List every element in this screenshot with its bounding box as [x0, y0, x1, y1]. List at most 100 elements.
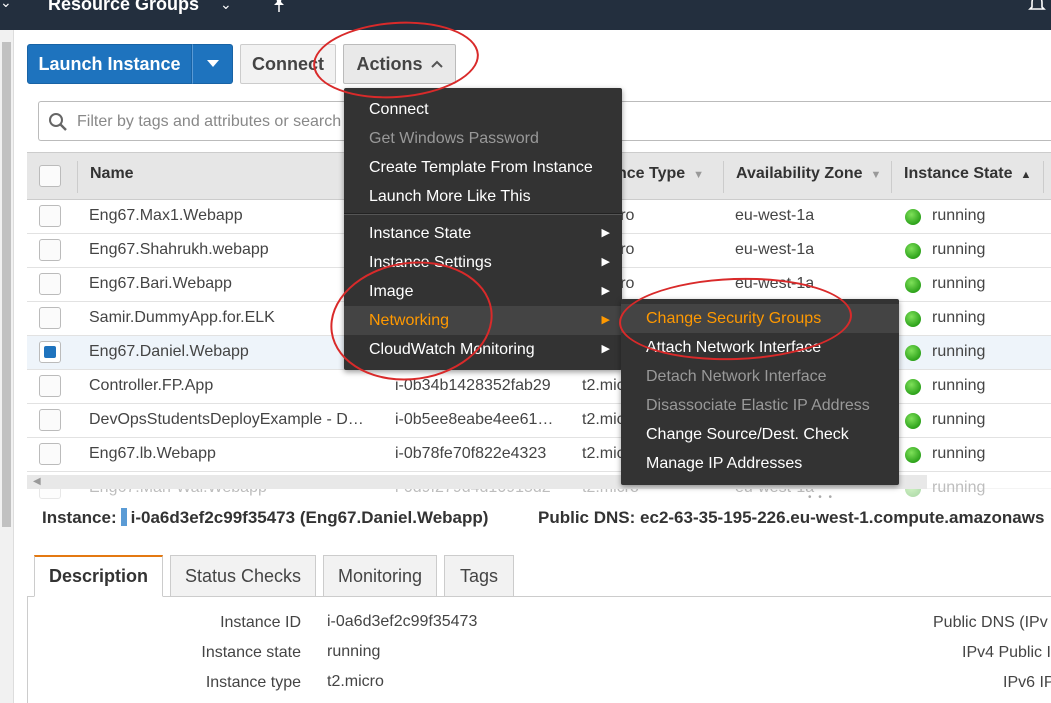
menu-item-create-template[interactable]: Create Template From Instance — [344, 153, 622, 182]
sort-down-icon: ▼ — [693, 169, 705, 181]
menu-divider — [344, 213, 622, 215]
instance-state-cell: running — [932, 241, 986, 258]
menu-item-cloudwatch-monitoring[interactable]: CloudWatch Monitoring ▶ — [344, 335, 622, 364]
availability-zone-cell: eu-west-1a — [735, 241, 815, 258]
pin-icon[interactable] — [272, 0, 286, 14]
instance-state-label: Instance state — [201, 644, 301, 661]
menu-item-label: Networking — [369, 312, 450, 329]
row-checkbox[interactable] — [39, 273, 61, 295]
menu-item-get-windows-password: Get Windows Password — [369, 130, 539, 147]
running-status-icon — [905, 277, 921, 293]
instance-state-cell: running — [932, 479, 986, 496]
availability-zone-label: Availability Zone — [736, 165, 863, 182]
instance-state-cell: running — [932, 275, 986, 292]
tab-monitoring[interactable]: Monitoring — [323, 555, 437, 597]
submenu-item-attach-network-interface[interactable]: Attach Network Interface — [621, 333, 899, 362]
services-chevron-icon[interactable]: ⌄ — [0, 0, 12, 11]
instance-type-cell: t2.mic — [582, 445, 625, 462]
scrollbar-thumb[interactable] — [2, 42, 11, 527]
row-checkbox[interactable] — [39, 409, 61, 431]
actions-dropdown-menu: Connect Get Windows Password Create Temp… — [344, 88, 622, 370]
column-header-instance-type[interactable]: nce Type ▼ — [617, 165, 704, 183]
running-status-icon — [905, 447, 921, 463]
launch-instance-dropdown-button[interactable] — [192, 44, 233, 84]
instance-marker — [120, 508, 127, 526]
vertical-scrollbar[interactable] — [0, 30, 14, 703]
menu-item-image[interactable]: Image ▶ — [344, 277, 622, 306]
instance-state-cell: running — [932, 207, 986, 224]
menu-item-networking[interactable]: Networking ▶ — [344, 306, 622, 335]
column-divider — [723, 161, 724, 193]
row-checkbox[interactable] — [39, 375, 61, 397]
submenu-arrow-icon: ▶ — [601, 343, 610, 355]
submenu-item-change-security-groups[interactable]: Change Security Groups — [621, 304, 899, 333]
scroll-left-icon[interactable]: ◀ — [33, 476, 41, 487]
instance-id-cell: i-0b34b1428352fab29 — [395, 377, 551, 394]
column-header-name[interactable]: Name — [90, 165, 134, 183]
resource-groups-menu[interactable]: Resource Groups — [48, 0, 199, 15]
tab-description[interactable]: Description — [34, 555, 163, 597]
running-status-icon — [905, 379, 921, 395]
instance-name-cell: Controller.FP.App — [89, 377, 214, 394]
selected-instance-line: Instance: i-0a6d3ef2c99f35473 (Eng67.Dani… — [42, 508, 488, 528]
instance-state-cell: running — [932, 377, 986, 394]
submenu-item-disassociate-elastic-ip: Disassociate Elastic IP Address — [646, 397, 870, 414]
public-dns-value: ec2-63-35-195-226.eu-west-1.compute.amaz… — [640, 508, 1045, 527]
instance-state-label: Instance State — [904, 165, 1013, 182]
instance-type-cell: t2.mic — [582, 377, 625, 394]
row-checkbox[interactable] — [39, 341, 61, 363]
instance-value: i-0a6d3ef2c99f35473 (Eng67.Daniel.Webapp… — [130, 508, 489, 527]
row-checkbox[interactable] — [39, 205, 61, 227]
actions-button[interactable]: Actions — [343, 44, 456, 84]
running-status-icon — [905, 209, 921, 225]
caret-down-icon — [206, 60, 219, 67]
menu-item-label: Instance State — [369, 225, 472, 242]
column-header-availability-zone[interactable]: Availability Zone ▼ — [736, 165, 881, 183]
menu-item-label: Image — [369, 283, 414, 300]
submenu-item-change-source-dest-check[interactable]: Change Source/Dest. Check — [621, 420, 899, 449]
submenu-arrow-icon: ▶ — [601, 285, 610, 297]
menu-item-label: CloudWatch Monitoring — [369, 341, 535, 358]
column-divider — [891, 161, 892, 193]
select-all-checkbox[interactable] — [39, 165, 61, 187]
bell-icon[interactable] — [1027, 0, 1047, 14]
tab-tags[interactable]: Tags — [444, 555, 514, 597]
column-header-instance-state[interactable]: Instance State ▲ — [904, 165, 1031, 183]
instance-name-cell: DevOpsStudentsDeployExample - D… — [89, 411, 364, 428]
instance-type-label: Instance type — [205, 674, 301, 691]
menu-item-instance-state[interactable]: Instance State ▶ — [344, 219, 622, 248]
tab-status-checks[interactable]: Status Checks — [170, 555, 316, 597]
panel-border — [27, 597, 28, 703]
row-checkbox[interactable] — [39, 239, 61, 261]
menu-item-instance-settings[interactable]: Instance Settings ▶ — [344, 248, 622, 277]
resize-handle-icon[interactable]: • • • — [808, 492, 834, 503]
instance-name-cell: Eng67.Max1.Webapp — [89, 207, 243, 224]
running-status-icon — [905, 311, 921, 327]
instance-type-cell: t2.mic — [582, 411, 625, 428]
launch-instance-button[interactable]: Launch Instance — [27, 44, 192, 84]
availability-zone-cell: eu-west-1a — [735, 275, 815, 292]
menu-item-launch-more-like-this[interactable]: Launch More Like This — [344, 182, 622, 211]
column-divider — [77, 161, 78, 193]
public-dns-line: Public DNS: ec2-63-35-195-226.eu-west-1.… — [538, 508, 1044, 528]
submenu-item-detach-network-interface: Detach Network Interface — [646, 368, 827, 385]
search-icon — [49, 113, 67, 131]
instance-name-cell: Eng67.Daniel.Webapp — [89, 343, 249, 360]
top-nav-bar: ⌄ Resource Groups ⌄ — [0, 0, 1051, 30]
instance-type-value: t2.micro — [327, 673, 384, 690]
instance-state-cell: running — [932, 343, 986, 360]
submenu-item-manage-ip-addresses[interactable]: Manage IP Addresses — [621, 449, 899, 478]
row-checkbox[interactable] — [39, 443, 61, 465]
public-dns-ipv4-label: Public DNS (IPv — [933, 614, 1048, 631]
instance-id-label: Instance ID — [220, 614, 301, 631]
submenu-arrow-icon: ▶ — [601, 227, 610, 239]
connect-button[interactable]: Connect — [240, 44, 336, 84]
running-status-icon — [905, 413, 921, 429]
chevron-down-icon[interactable]: ⌄ — [220, 0, 232, 13]
row-checkbox[interactable] — [39, 307, 61, 329]
networking-submenu: Change Security Groups Attach Network In… — [621, 299, 899, 485]
instance-type-label: nce Type — [617, 165, 686, 182]
submenu-arrow-icon: ▶ — [601, 314, 610, 326]
menu-item-connect[interactable]: Connect — [344, 95, 622, 124]
ipv4-public-ip-label: IPv4 Public I — [962, 644, 1051, 661]
